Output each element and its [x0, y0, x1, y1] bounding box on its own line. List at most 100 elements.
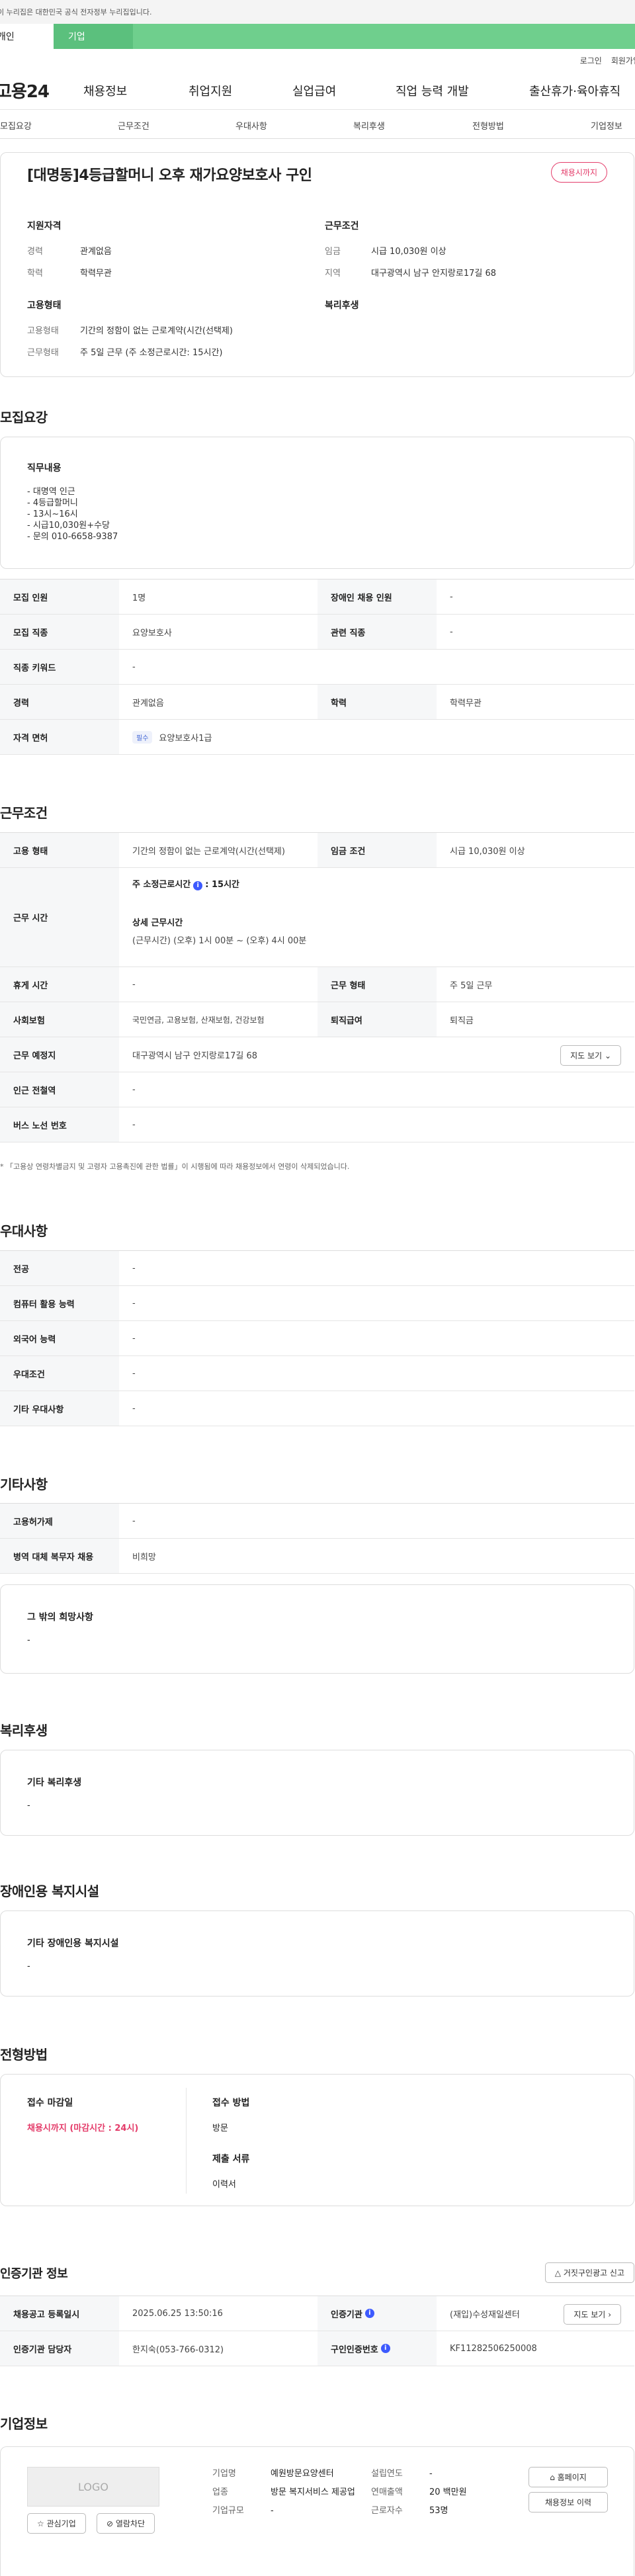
row-label: 전공	[0, 1251, 119, 1285]
welfare-label: 기타 복리후생	[27, 1778, 82, 1788]
homepage-button[interactable]: ⌂ 홈페이지	[529, 2467, 608, 2487]
tab-company[interactable]: 기업	[54, 24, 133, 49]
welfare-block: 복리후생	[325, 298, 359, 323]
screen-heading: 전형방법	[0, 2047, 48, 2063]
workform-value: 주 5일 근무 (주 소정근로시간: 15시간)	[80, 348, 223, 358]
disability-label: 기타 장애인용 복지시설	[27, 1938, 119, 1949]
row-label: 기타 우대사항	[0, 1391, 119, 1426]
employees-label: 근로자수	[371, 2506, 403, 2516]
chevron-right-icon: ›	[608, 2310, 611, 2319]
gnb-unemployment-benefit[interactable]: 실업급여	[292, 82, 336, 99]
employment-block: 고용형태 고용형태 기간의 정함이 없는 근로계약(시간(선택제) 근무형태 주 5…	[27, 298, 318, 367]
info-icon[interactable]: i	[364, 2309, 374, 2318]
duty-line: - 4등급할머니	[27, 498, 78, 508]
wish-value: -	[27, 1635, 30, 1645]
tab-screening[interactable]: 전형방법	[472, 119, 504, 132]
tab-recruit[interactable]: 모집요강	[0, 119, 32, 132]
row-value: 한지숙(053-766-0312)	[132, 2344, 224, 2355]
screen-card: 접수 마감일 채용시까지 (마감시간 : 24시) 접수 방법 방문 제출 서류…	[0, 2074, 634, 2206]
sales-value: 20 백만원	[429, 2487, 467, 2497]
row-value: -	[132, 1298, 136, 1309]
hours-main-label: 주 소정근로시간	[132, 880, 191, 890]
industry-value: 방문 복지서비스 제공업	[271, 2487, 355, 2497]
tab-company-info[interactable]: 기업정보	[591, 119, 622, 132]
sales-label: 연매출액	[371, 2487, 403, 2497]
table-row: 직종 키워드 -	[0, 650, 634, 685]
tab-preferences[interactable]: 우대사항	[235, 119, 267, 132]
login-link[interactable]: 로그인	[580, 55, 602, 66]
history-button[interactable]: 채용정보 이력	[529, 2492, 608, 2512]
welfare-value: -	[27, 1801, 30, 1811]
row-label: 퇴직급여	[318, 1002, 437, 1037]
row-label: 컴퓨터 활용 능력	[0, 1286, 119, 1320]
row-label: 근무 형태	[318, 967, 437, 1002]
row-label: 자격 면허	[0, 720, 119, 754]
gnb-parental-leave[interactable]: 출산휴가·육아휴직	[529, 82, 620, 99]
method-value: 방문	[212, 2124, 228, 2133]
recruit-table: 모집 인원 1명 장애인 채용 인원 - 모집 직종 요양보호사 관련 직종 -…	[0, 579, 634, 755]
utility-links: 로그인 회원가입	[0, 49, 635, 71]
recruit-heading: 모집요강	[0, 409, 48, 425]
qualification-block: 지원자격 경력 관계없음 학력 학력무관	[27, 219, 305, 288]
age-note: * 「고용상 연령차별금지 및 고령자 고용촉진에 관한 법률」이 시행됨에 따…	[0, 1162, 350, 1171]
site-logo[interactable]: 고용24	[0, 78, 69, 103]
alert-icon: △	[554, 2268, 562, 2278]
tab-personal[interactable]: 개인	[0, 24, 54, 49]
disability-heading: 장애인용 복지시설	[0, 1883, 99, 1899]
industry-label: 업종	[212, 2487, 228, 2497]
qual-heading: 지원자격	[27, 221, 62, 232]
emp-heading: 고용형태	[27, 300, 62, 311]
row-value: -	[450, 591, 453, 602]
duty-line: - 13시~16시	[27, 509, 78, 519]
hours-detail: (근무시간) (오후) 1시 00분 ~ (오후) 4시 00분	[132, 936, 307, 946]
duty-label: 직무내용	[27, 463, 62, 474]
company-card: LOGO ☆ 관심기업 ⊘ 열람차단 기업명 예원방문요양센터 업종 방문 복지서비…	[0, 2446, 634, 2576]
block-icon: ⊘	[106, 2519, 114, 2528]
block-button[interactable]: ⊘ 열람차단	[97, 2513, 155, 2534]
region-value: 대구광역시 남구 안지랑로17길 68	[371, 269, 497, 279]
map-button[interactable]: 지도 보기 ⌄	[560, 1045, 621, 1066]
emptype-value: 기간의 정함이 없는 근로계약(시간(선택제)	[80, 326, 233, 336]
hours-detail-label: 상세 근무시간	[132, 918, 183, 928]
row-value: 필수 요양보호사1급	[119, 720, 634, 754]
cert-map-button[interactable]: 지도 보기 ›	[564, 2304, 621, 2325]
welfare-heading: 복리후생	[325, 300, 359, 311]
required-chip: 필수	[132, 730, 153, 744]
gov-banner: 이 누리집은 대한민국 공식 전자정부 누리집입니다.	[0, 0, 635, 24]
etc-heading: 기타사항	[0, 1477, 48, 1492]
row-value: -	[132, 1403, 136, 1414]
info-icon[interactable]: i	[193, 881, 203, 890]
section-tabs: 모집요강 근무조건 우대사항 복리후생 전형방법 기업정보	[0, 110, 635, 139]
gov-banner-text: 이 누리집은 대한민국 공식 전자정부 누리집입니다.	[0, 8, 152, 17]
row-label: 인증기관 담당자	[0, 2331, 119, 2366]
row-value: 대구광역시 남구 안지랑로17길 68	[132, 1051, 258, 1061]
gnb-jobs[interactable]: 채용정보	[83, 82, 127, 99]
row-label: 관련 직종	[318, 615, 437, 649]
tab-conditions[interactable]: 근무조건	[118, 119, 149, 132]
row-value: -	[132, 1368, 136, 1379]
welfare-card: 기타 복리후생 -	[0, 1750, 634, 1836]
favorite-button[interactable]: ☆ 관심기업	[27, 2513, 86, 2534]
signup-link[interactable]: 회원가입	[611, 55, 635, 66]
info-icon[interactable]: i	[380, 2344, 390, 2353]
size-label: 기업규모	[212, 2506, 244, 2516]
row-value: 시급 10,030원 이상	[450, 846, 525, 857]
row-label: 장애인 채용 인원	[318, 580, 437, 614]
wish-label: 그 밖의 희망사항	[27, 1612, 93, 1623]
role-tabs: 개인 기업	[0, 24, 635, 49]
row-label: 근무 시간	[0, 868, 119, 966]
row-label: 우대조건	[0, 1356, 119, 1391]
method-label: 접수 방법	[212, 2098, 250, 2108]
gnb-training[interactable]: 직업 능력 개발	[396, 82, 469, 99]
row-value: -	[450, 626, 453, 637]
docs-value: 이력서	[212, 2180, 236, 2190]
report-button[interactable]: △ 거짓구인광고 신고	[544, 2262, 634, 2283]
table-row: 자격 면허 필수 요양보호사1급	[0, 720, 634, 755]
tab-welfare[interactable]: 복리후생	[353, 119, 385, 132]
row-label: 인증기관 i	[318, 2296, 437, 2331]
wage-value: 시급 10,030원 이상	[371, 247, 446, 257]
gnb-employment-support[interactable]: 취업지원	[189, 82, 232, 99]
row-label: 경력	[0, 685, 119, 719]
welfare-heading-main: 복리후생	[0, 1723, 48, 1739]
work-table: 고용 형태 기간의 정함이 없는 근로계약(시간(선택제) 임금 조건 시급 1…	[0, 832, 634, 1142]
